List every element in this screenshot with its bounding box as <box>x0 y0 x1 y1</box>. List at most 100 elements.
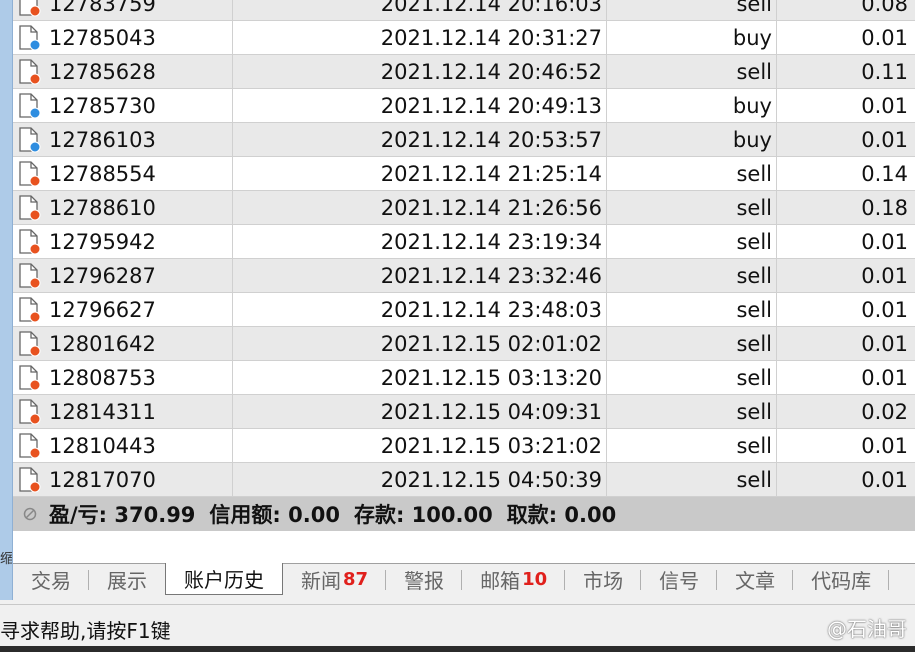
order-type: sell <box>736 331 772 356</box>
order-type: sell <box>736 195 772 220</box>
time-cell: 2021.12.15 04:09:31 <box>233 395 607 428</box>
ticket-number: 12808753 <box>49 365 156 390</box>
order-volume: 0.18 <box>861 195 908 220</box>
tab-1[interactable]: 展示 <box>89 564 165 594</box>
ticket-number: 12817070 <box>49 467 156 492</box>
order-volume: 0.08 <box>861 0 908 16</box>
order-type: sell <box>736 433 772 458</box>
tab-3[interactable]: 新闻 87 <box>283 564 387 594</box>
summary-withdrawal: 取款: 0.00 <box>506 503 617 527</box>
watermark: @石油哥 <box>827 617 907 641</box>
ticket-number: 12783759 <box>49 0 156 16</box>
time-cell: 2021.12.14 21:25:14 <box>233 157 607 190</box>
table-row[interactable]: 12808753 2021.12.15 03:13:20 sell 0.01 <box>13 361 915 395</box>
volume-cell: 0.01 <box>777 21 914 54</box>
volume-cell: 0.01 <box>777 225 914 258</box>
table-row[interactable]: 12796287 2021.12.14 23:32:46 sell 0.01 <box>13 259 915 293</box>
table-row[interactable]: 12810443 2021.12.15 03:21:02 sell 0.01 <box>13 429 915 463</box>
table-row[interactable]: 12786103 2021.12.14 20:53:57 buy 0.01 <box>13 123 915 157</box>
tab-label: 市场 <box>583 568 624 593</box>
tab-4[interactable]: 警报 <box>386 564 463 594</box>
ticket-cell: 12785628 <box>13 55 233 88</box>
terminal-tabbar: 交易 展示 账户历史 新闻 87 警报 邮箱 10 市场 信号 文章 代码库 <box>13 563 915 597</box>
tab-label: 邮箱 <box>480 568 521 593</box>
order-volume: 0.01 <box>861 365 908 390</box>
order-volume: 0.01 <box>861 93 908 118</box>
order-volume: 0.01 <box>861 25 908 50</box>
type-cell: sell <box>607 361 777 394</box>
history-table: 12783759 2021.12.14 20:16:03 sell 0.08 12785… <box>13 0 915 497</box>
tab-9[interactable]: 代码库 <box>793 564 890 594</box>
table-row[interactable]: 12785043 2021.12.14 20:31:27 buy 0.01 <box>13 21 915 55</box>
type-cell: sell <box>607 395 777 428</box>
time-cell: 2021.12.14 20:31:27 <box>233 21 607 54</box>
tab-label: 展示 <box>107 568 147 593</box>
type-cell: buy <box>607 89 777 122</box>
ticket-cell: 12796627 <box>13 293 233 326</box>
ticket-cell: 12814311 <box>13 395 233 428</box>
ticket-number: 12788610 <box>49 195 156 220</box>
order-type: sell <box>736 399 772 424</box>
time-cell: 2021.12.15 03:13:20 <box>233 361 607 394</box>
order-type: sell <box>736 229 772 254</box>
tab-label: 新闻 <box>301 568 341 593</box>
volume-cell: 0.08 <box>777 0 914 20</box>
table-row[interactable]: 12785628 2021.12.14 20:46:52 sell 0.11 <box>13 55 915 89</box>
order-document-icon <box>19 0 41 16</box>
volume-cell: 0.01 <box>777 429 914 462</box>
time-cell: 2021.12.14 20:46:52 <box>233 55 607 88</box>
left-edge-glyph: 缩 <box>0 552 12 566</box>
ticket-cell: 12796287 <box>13 259 233 292</box>
table-row[interactable]: 12788610 2021.12.14 21:26:56 sell 0.18 <box>13 191 915 225</box>
table-row[interactable]: 12814311 2021.12.15 04:09:31 sell 0.02 <box>13 395 915 429</box>
tab-badge: 10 <box>522 568 548 590</box>
order-document-icon <box>19 330 41 356</box>
table-row[interactable]: 12788554 2021.12.14 21:25:14 sell 0.14 <box>13 157 915 191</box>
table-row[interactable]: 12796627 2021.12.14 23:48:03 sell 0.01 <box>13 293 915 327</box>
order-document-icon <box>19 432 41 458</box>
tab-2[interactable]: 账户历史 <box>165 563 283 595</box>
order-time: 2021.12.15 04:50:39 <box>380 467 602 492</box>
tab-7[interactable]: 信号 <box>641 564 718 594</box>
table-row[interactable]: 12801642 2021.12.15 02:01:02 sell 0.01 <box>13 327 915 361</box>
time-cell: 2021.12.14 21:26:56 <box>233 191 607 224</box>
tab-0[interactable]: 交易 <box>13 564 89 594</box>
order-volume: 0.02 <box>861 399 908 424</box>
type-cell: buy <box>607 123 777 156</box>
order-document-icon <box>19 160 41 186</box>
order-volume: 0.01 <box>861 127 908 152</box>
tab-6[interactable]: 市场 <box>565 564 642 594</box>
tab-5[interactable]: 邮箱 10 <box>462 564 566 594</box>
time-cell: 2021.12.15 04:50:39 <box>233 463 607 496</box>
order-type: sell <box>736 263 772 288</box>
table-row[interactable]: 12817070 2021.12.15 04:50:39 sell 0.01 <box>13 463 915 497</box>
time-cell: 2021.12.14 23:32:46 <box>233 259 607 292</box>
tab-8[interactable]: 文章 <box>717 564 794 594</box>
ticket-number: 12785628 <box>49 59 156 84</box>
ticket-cell: 12785730 <box>13 89 233 122</box>
type-cell: sell <box>607 157 777 190</box>
type-cell: sell <box>607 259 777 292</box>
order-time: 2021.12.14 23:48:03 <box>380 297 602 322</box>
time-cell: 2021.12.14 23:19:34 <box>233 225 607 258</box>
summary-credit: 信用额: 0.00 <box>209 503 340 527</box>
ticket-cell: 12801642 <box>13 327 233 360</box>
order-type: sell <box>736 59 772 84</box>
volume-cell: 0.01 <box>777 123 914 156</box>
type-cell: sell <box>607 0 777 20</box>
table-row[interactable]: 12783759 2021.12.14 20:16:03 sell 0.08 <box>13 0 915 21</box>
order-time: 2021.12.14 20:53:57 <box>380 127 602 152</box>
order-type: sell <box>736 467 772 492</box>
order-volume: 0.01 <box>861 433 908 458</box>
table-row[interactable]: 12785730 2021.12.14 20:49:13 buy 0.01 <box>13 89 915 123</box>
taskbar-strip <box>0 646 915 652</box>
order-time: 2021.12.14 20:16:03 <box>380 0 602 16</box>
tab-label: 代码库 <box>811 568 872 593</box>
type-cell: buy <box>607 21 777 54</box>
order-time: 2021.12.14 23:19:34 <box>380 229 602 254</box>
tab-badge: 87 <box>343 568 369 590</box>
order-type: sell <box>736 297 772 322</box>
ticket-cell: 12788554 <box>13 157 233 190</box>
order-type: sell <box>736 0 772 16</box>
table-row[interactable]: 12795942 2021.12.14 23:19:34 sell 0.01 <box>13 225 915 259</box>
